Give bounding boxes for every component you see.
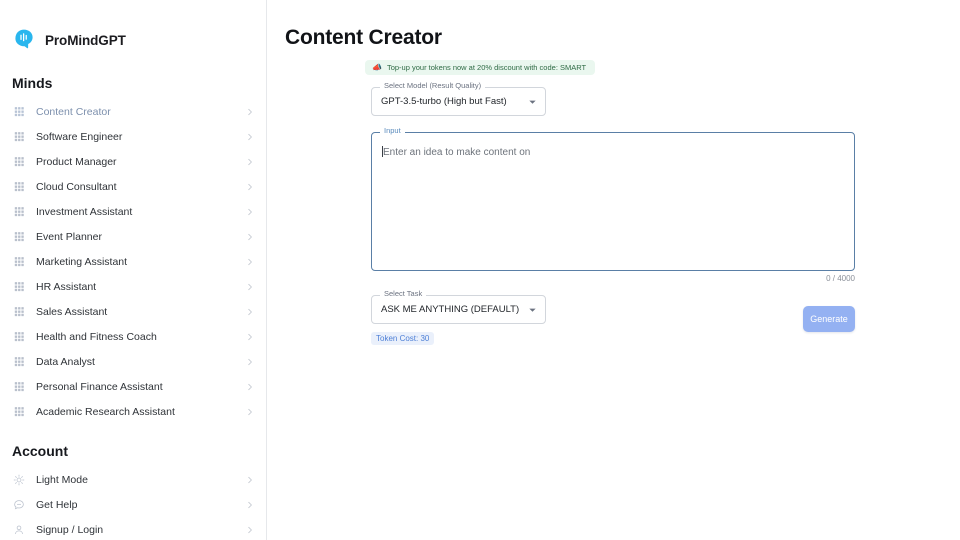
model-select[interactable]: Select Model (Result Quality) GPT-3.5-tu… (371, 82, 546, 116)
chevron-right-icon (245, 182, 254, 191)
input-textarea[interactable]: Input Enter an idea to make content on (371, 127, 855, 271)
sidebar-item-cloud-consultant[interactable]: Cloud Consultant (0, 174, 266, 199)
grid-apps-icon (12, 355, 26, 369)
input-textarea-box[interactable]: Input Enter an idea to make content on (371, 127, 855, 271)
generate-button[interactable]: Generate (803, 306, 855, 332)
sidebar-item-label: Cloud Consultant (36, 180, 117, 193)
account-item-label: Get Help (36, 498, 78, 511)
sidebar-item-label: Personal Finance Assistant (36, 380, 163, 393)
promo-text: Top-up your tokens now at 20% discount w… (386, 63, 587, 72)
sidebar-item-label: Content Creator (36, 105, 111, 118)
chevron-right-icon (245, 357, 254, 366)
model-select-label: Select Model (Result Quality) (380, 82, 486, 90)
input-textarea-label: Input (380, 127, 405, 135)
grid-apps-icon (12, 405, 26, 419)
grid-apps-icon (12, 105, 26, 119)
grid-apps-icon (12, 380, 26, 394)
input-textarea-area[interactable]: Enter an idea to make content on (372, 133, 854, 270)
grid-apps-icon (12, 130, 26, 144)
sidebar-item-software-engineer[interactable]: Software Engineer (0, 124, 266, 149)
chevron-right-icon (245, 207, 254, 216)
chevron-right-icon (245, 132, 254, 141)
account-item-label: Light Mode (36, 473, 88, 486)
sidebar-item-personal-finance-assistant[interactable]: Personal Finance Assistant (0, 374, 266, 399)
sidebar: ProMindGPT Minds Content Creator Software… (0, 0, 267, 540)
chevron-right-icon (245, 500, 254, 509)
sidebar-item-investment-assistant[interactable]: Investment Assistant (0, 199, 266, 224)
model-select-box[interactable]: Select Model (Result Quality) GPT-3.5-tu… (371, 82, 546, 116)
sidebar-item-label: Data Analyst (36, 355, 95, 368)
minds-nav-list: Content Creator Software Engineer Product … (0, 99, 266, 424)
task-select-value: ASK ME ANYTHING (DEFAULT) (381, 304, 520, 315)
grid-apps-icon (12, 280, 26, 294)
token-cost-badge: Token Cost: 30 (371, 332, 435, 345)
sidebar-item-label: Product Manager (36, 155, 117, 168)
chevron-right-icon (245, 307, 254, 316)
sidebar-item-label: Event Planner (36, 230, 102, 243)
sidebar-item-label: Software Engineer (36, 130, 123, 143)
app-root: ProMindGPT Minds Content Creator Software… (0, 0, 960, 540)
brand[interactable]: ProMindGPT (0, 0, 266, 56)
chevron-right-icon (245, 107, 254, 116)
account-item-get-help[interactable]: Get Help (0, 492, 266, 517)
chevron-right-icon (245, 232, 254, 241)
grid-apps-icon (12, 180, 26, 194)
chevron-down-icon[interactable] (528, 97, 537, 106)
placeholder-text: Enter an idea to make content on (383, 147, 531, 158)
task-select-box[interactable]: Select Task ASK ME ANYTHING (DEFAULT) (371, 290, 546, 324)
chevron-right-icon (245, 382, 254, 391)
chevron-right-icon (245, 157, 254, 166)
sidebar-item-product-manager[interactable]: Product Manager (0, 149, 266, 174)
sidebar-item-marketing-assistant[interactable]: Marketing Assistant (0, 249, 266, 274)
model-select-value: GPT-3.5-turbo (High but Fast) (381, 96, 507, 107)
task-row: Select Task ASK ME ANYTHING (DEFAULT) To… (371, 290, 855, 346)
sidebar-item-data-analyst[interactable]: Data Analyst (0, 349, 266, 374)
megaphone-icon: 📣 (372, 62, 382, 72)
account-item-light-mode[interactable]: Light Mode (0, 467, 266, 492)
sidebar-item-label: Health and Fitness Coach (36, 330, 157, 343)
chevron-right-icon (245, 407, 254, 416)
grid-apps-icon (12, 230, 26, 244)
sidebar-item-label: Academic Research Assistant (36, 405, 175, 418)
sidebar-item-hr-assistant[interactable]: HR Assistant (0, 274, 266, 299)
brain-logo-icon (15, 29, 33, 49)
grid-apps-icon (12, 155, 26, 169)
chevron-right-icon (245, 525, 254, 534)
sidebar-item-content-creator[interactable]: Content Creator (0, 99, 266, 124)
sidebar-item-sales-assistant[interactable]: Sales Assistant (0, 299, 266, 324)
sidebar-item-academic-research-assistant[interactable]: Academic Research Assistant (0, 399, 266, 424)
sun-icon (12, 473, 26, 487)
account-item-signup-login[interactable]: Signup / Login (0, 517, 266, 540)
character-counter: 0 / 4000 (826, 274, 855, 283)
main-content: Content Creator 📣 Top-up your tokens now… (267, 0, 960, 540)
sidebar-item-label: HR Assistant (36, 280, 97, 293)
account-section-title: Account (12, 443, 68, 459)
chevron-right-icon (245, 332, 254, 341)
promo-banner[interactable]: 📣 Top-up your tokens now at 20% discount… (365, 60, 596, 75)
chevron-down-icon[interactable] (528, 305, 537, 314)
sidebar-item-label: Marketing Assistant (36, 255, 128, 268)
page-title: Content Creator (285, 26, 442, 49)
sidebar-item-event-planner[interactable]: Event Planner (0, 224, 266, 249)
generation-form: Select Model (Result Quality) GPT-3.5-tu… (267, 82, 960, 346)
sidebar-item-label: Sales Assistant (36, 305, 108, 318)
brand-name: ProMindGPT (45, 32, 126, 48)
task-select-label: Select Task (380, 290, 427, 298)
person-icon (12, 523, 26, 537)
account-nav-list: Light Mode Get Help Signup / Login (0, 467, 266, 540)
account-item-label: Signup / Login (36, 523, 104, 536)
grid-apps-icon (12, 205, 26, 219)
minds-section-title: Minds (12, 75, 53, 91)
sidebar-item-health-and-fitness-coach[interactable]: Health and Fitness Coach (0, 324, 266, 349)
chat-help-icon (12, 498, 26, 512)
task-select[interactable]: Select Task ASK ME ANYTHING (DEFAULT) (371, 290, 546, 324)
sidebar-item-label: Investment Assistant (36, 205, 133, 218)
grid-apps-icon (12, 330, 26, 344)
grid-apps-icon (12, 305, 26, 319)
chevron-right-icon (245, 475, 254, 484)
chevron-right-icon (245, 282, 254, 291)
chevron-right-icon (245, 257, 254, 266)
grid-apps-icon (12, 255, 26, 269)
input-textarea-placeholder: Enter an idea to make content on (382, 146, 844, 158)
